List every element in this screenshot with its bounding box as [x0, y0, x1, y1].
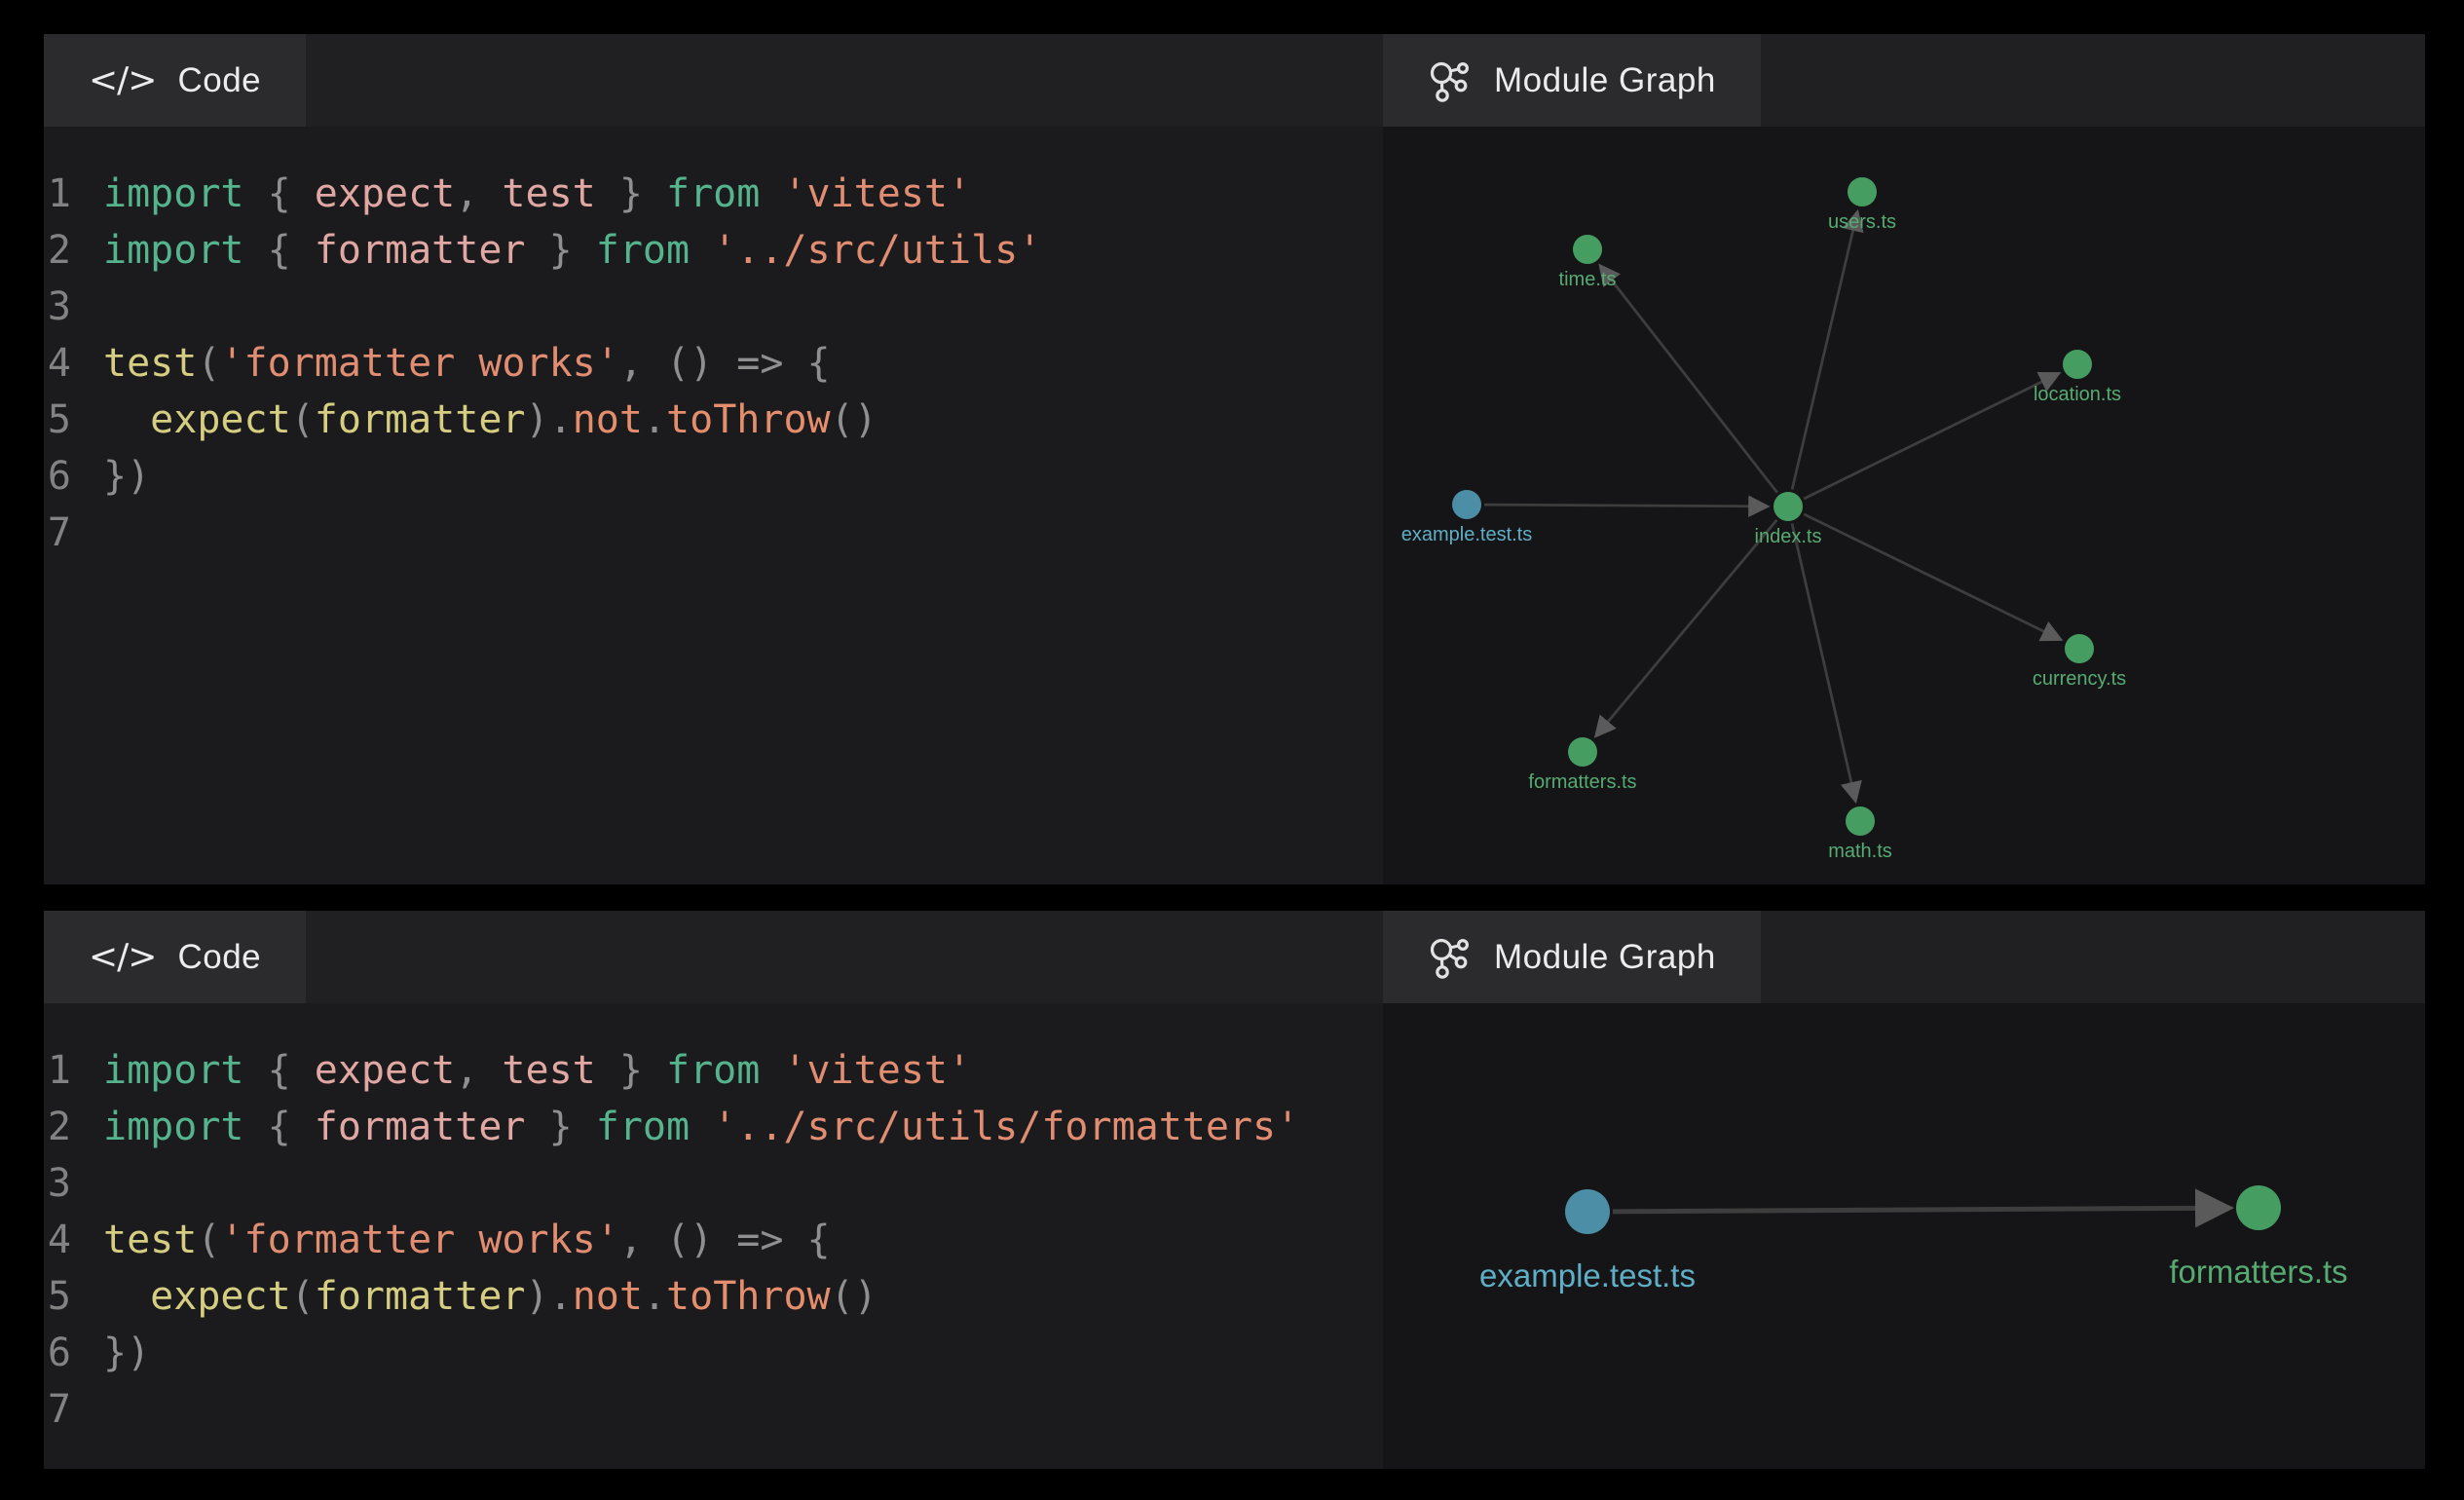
line-number: 6	[44, 1325, 71, 1381]
top-section: </> Code 1 import { expect, test } from '…	[44, 34, 2425, 884]
graph-node-label-formatters: formatters.ts	[2169, 1254, 2347, 1290]
code-line: 2 import { formatter } from '../src/utils…	[44, 1099, 1383, 1155]
graph-node-label-example-test: example.test.ts	[1479, 1257, 1696, 1294]
graph-node-index[interactable]	[1773, 492, 1803, 521]
code-text: test('formatter works', () => {	[103, 335, 831, 392]
tab-module-graph[interactable]: Module Graph	[1383, 34, 1761, 127]
graph-node-users[interactable]	[1848, 177, 1877, 206]
module-graph-canvas[interactable]: example.test.ts formatters.ts	[1383, 1003, 2425, 1469]
line-number: 5	[44, 392, 71, 448]
graph-edge-index-to-users	[1792, 214, 1856, 489]
code-icon: </>	[89, 60, 156, 100]
graph-edge-index-to-time	[1602, 268, 1777, 493]
code-text: })	[103, 1325, 150, 1381]
module-graph-tab-label: Module Graph	[1494, 61, 1716, 100]
code-line: 4 test('formatter works', () => {	[44, 1212, 1383, 1268]
module-graph-panel: Module Graph example.test.ts formatters.t…	[1383, 911, 2425, 1469]
code-tab-label: Code	[177, 938, 261, 977]
code-line: 6})	[44, 448, 1383, 505]
code-icon: </>	[89, 937, 156, 977]
tab-module-graph[interactable]: Module Graph	[1383, 911, 1761, 1003]
module-graph-canvas[interactable]: users.ts time.ts location.ts example.test.t…	[1383, 127, 2425, 884]
module-graph-tab-label: Module Graph	[1494, 938, 1716, 977]
module-graph-svg: users.ts time.ts location.ts example.test.t…	[1383, 127, 2425, 884]
code-line: 1 import { expect, test } from 'vitest'	[44, 166, 1383, 222]
graph-edge-example-test-to-formatters	[1613, 1208, 2224, 1212]
module-graph-icon	[1428, 935, 1473, 980]
tab-code[interactable]: </> Code	[44, 911, 306, 1003]
line-number: 4	[44, 1212, 71, 1268]
line-number: 2	[44, 1099, 71, 1155]
module-graph-icon	[1428, 58, 1473, 103]
code-text: import { expect, test } from 'vitest'	[103, 166, 971, 222]
line-number: 6	[44, 448, 71, 505]
code-line: 2 import { formatter } from '../src/utils…	[44, 222, 1383, 279]
code-tabbar: </> Code	[44, 34, 1383, 127]
code-tabbar: </> Code	[44, 911, 1383, 1003]
graph-node-formatters[interactable]	[1568, 737, 1597, 767]
graph-node-label-formatters: formatters.ts	[1528, 771, 1636, 793]
graph-node-math[interactable]	[1846, 806, 1875, 836]
line-number: 2	[44, 222, 71, 279]
code-editor[interactable]: 1 import { expect, test } from 'vitest' 2i…	[44, 1003, 1383, 1469]
graph-node-formatters[interactable]	[2236, 1185, 2281, 1230]
line-number: 3	[44, 1155, 71, 1212]
code-text: expect(formatter).not.toThrow()	[103, 1268, 877, 1325]
module-graph-panel: Module Graph users.ts time.ts location.ts e…	[1383, 34, 2425, 884]
graph-node-currency[interactable]	[2065, 634, 2094, 663]
code-text: import { formatter } from '../src/utils'	[103, 222, 1041, 279]
line-number: 1	[44, 1042, 71, 1099]
graph-edge-example-test-to-index	[1484, 505, 1765, 506]
code-line: 7	[44, 505, 1383, 561]
line-number: 3	[44, 279, 71, 335]
graph-node-label-currency: currency.ts	[2033, 668, 2126, 690]
graph-node-example-test[interactable]	[1452, 490, 1481, 519]
code-line: 3	[44, 1155, 1383, 1212]
graph-node-label-index: index.ts	[1755, 526, 1822, 547]
graph-edge-index-to-math	[1792, 524, 1855, 799]
line-number: 1	[44, 166, 71, 222]
graph-node-label-example-test: example.test.ts	[1401, 524, 1533, 545]
line-number: 5	[44, 1268, 71, 1325]
page: </> Code 1 import { expect, test } from '…	[0, 0, 2464, 1500]
code-panel: </> Code 1 import { expect, test } from '…	[44, 911, 1383, 1469]
code-tab-label: Code	[177, 61, 261, 100]
line-number: 7	[44, 1381, 71, 1438]
code-line: 5 expect(formatter).not.toThrow()	[44, 1268, 1383, 1325]
module-graph-svg: example.test.ts formatters.ts	[1383, 1003, 2425, 1469]
graph-node-example-test[interactable]	[1565, 1189, 1610, 1234]
code-text: import { expect, test } from 'vitest'	[103, 1042, 971, 1099]
graph-edge-index-to-currency	[1804, 514, 2058, 639]
bottom-section: </> Code 1 import { expect, test } from '…	[44, 911, 2425, 1469]
line-number: 7	[44, 505, 71, 561]
graph-node-time[interactable]	[1573, 235, 1602, 264]
module-graph-tabbar: Module Graph	[1383, 34, 2425, 127]
code-line: 4 test('formatter works', () => {	[44, 335, 1383, 392]
line-number: 4	[44, 335, 71, 392]
code-line: 1 import { expect, test } from 'vitest'	[44, 1042, 1383, 1099]
graph-node-label-math: math.ts	[1828, 841, 1892, 862]
graph-node-label-time: time.ts	[1559, 269, 1617, 290]
code-text: import { formatter } from '../src/utils/…	[103, 1099, 1299, 1155]
code-line: 3	[44, 279, 1383, 335]
code-text: expect(formatter).not.toThrow()	[103, 392, 877, 448]
graph-edge-index-to-location	[1804, 375, 2056, 499]
code-line: 6})	[44, 1325, 1383, 1381]
code-line: 5 expect(formatter).not.toThrow()	[44, 392, 1383, 448]
graph-node-location[interactable]	[2063, 350, 2092, 379]
code-panel: </> Code 1 import { expect, test } from '…	[44, 34, 1383, 884]
graph-node-label-users: users.ts	[1828, 211, 1896, 233]
code-editor[interactable]: 1 import { expect, test } from 'vitest' 2i…	[44, 127, 1383, 884]
code-line: 7	[44, 1381, 1383, 1438]
code-text: test('formatter works', () => {	[103, 1212, 831, 1268]
code-text: })	[103, 448, 150, 505]
graph-edge-index-to-formatters	[1597, 520, 1776, 734]
module-graph-tabbar: Module Graph	[1383, 911, 2425, 1003]
graph-node-label-location: location.ts	[2034, 384, 2121, 405]
tab-code[interactable]: </> Code	[44, 34, 306, 127]
